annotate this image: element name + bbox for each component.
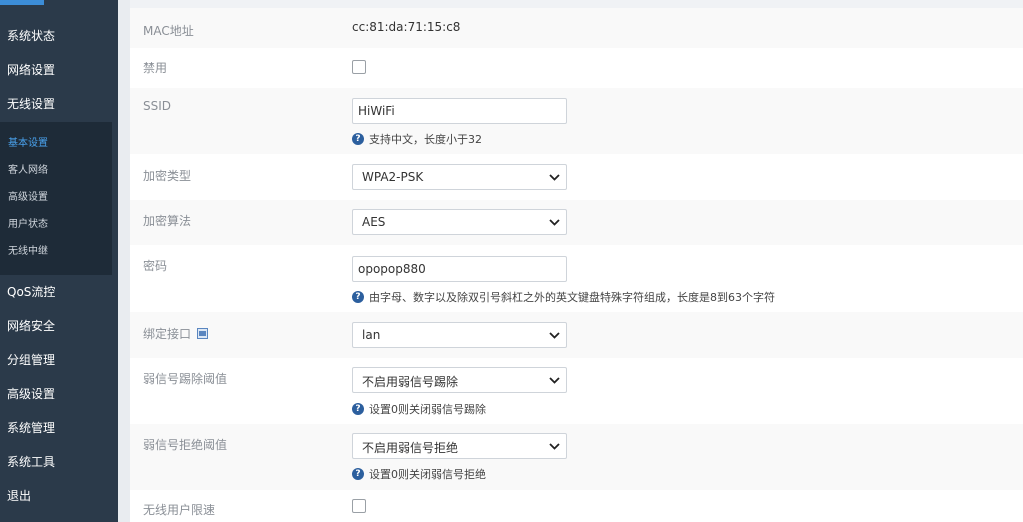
question-circle-icon: ? — [352, 403, 364, 415]
weak-reject-select[interactable]: 不启用弱信号拒绝 — [352, 433, 567, 459]
submenu-item-guest-network[interactable]: 客人网络 — [0, 157, 112, 184]
bind-interface-label-wrap: 绑定接口 — [143, 325, 208, 342]
sidebar: 系统状态 网络设置 无线设置 基本设置 客人网络 高级设置 用户状态 无线中继 … — [0, 0, 118, 522]
sidebar-item-qos[interactable]: QoS流控 — [0, 275, 118, 309]
sidebar-item-label: 系统管理 — [7, 421, 56, 435]
chevron-down-icon — [549, 377, 560, 384]
settings-panel: MAC地址 cc:81:da:71:15:c8 禁用 SSID ? 支持中文，长… — [130, 0, 1023, 522]
weak-kick-help-text: 设置0则关闭弱信号踢除 — [369, 403, 486, 416]
disable-label: 禁用 — [143, 61, 168, 75]
sidebar-item-label: 无线设置 — [7, 97, 56, 111]
weak-kick-label: 弱信号踢除阈值 — [143, 372, 228, 386]
sidebar-item-advanced-settings[interactable]: 高级设置 — [0, 377, 118, 411]
weak-reject-help-text: 设置0则关闭弱信号拒绝 — [369, 468, 486, 481]
mac-label: MAC地址 — [143, 24, 194, 38]
sidebar-item-label: 分组管理 — [7, 353, 56, 367]
bind-interface-select[interactable]: lan — [352, 322, 567, 348]
form-row-bind-interface: 绑定接口 lan — [130, 312, 1023, 358]
network-port-icon[interactable] — [196, 328, 208, 339]
encryption-algo-select[interactable]: AES — [352, 209, 567, 235]
chevron-down-icon — [549, 332, 560, 339]
sidebar-item-label: 系统工具 — [7, 455, 56, 469]
encryption-type-label: 加密类型 — [143, 169, 192, 183]
submenu-item-basic[interactable]: 基本设置 — [0, 130, 112, 157]
chevron-down-icon — [549, 219, 560, 226]
form-row-mac: MAC地址 cc:81:da:71:15:c8 — [130, 8, 1023, 48]
weak-reject-label: 弱信号拒绝阈值 — [143, 438, 228, 452]
form-row-ssid: SSID ? 支持中文，长度小于32 — [130, 88, 1023, 154]
submenu-item-label: 用户状态 — [8, 219, 48, 230]
sidebar-top-accent — [0, 0, 44, 5]
encryption-algo-value: AES — [362, 215, 386, 229]
sidebar-item-network-settings[interactable]: 网络设置 — [0, 53, 118, 87]
panel-top-strip — [130, 0, 1023, 8]
weak-kick-select[interactable]: 不启用弱信号踢除 — [352, 367, 567, 393]
ssid-help: ? 支持中文，长度小于32 — [352, 131, 482, 147]
password-help-text: 由字母、数字以及除双引号斜杠之外的英文键盘特殊字符组成，长度是8到63个字符 — [369, 291, 775, 304]
sidebar-item-system-status[interactable]: 系统状态 — [0, 19, 118, 53]
sidebar-item-group-management[interactable]: 分组管理 — [0, 343, 118, 377]
chevron-down-icon — [549, 443, 560, 450]
submenu-item-label: 客人网络 — [8, 165, 48, 176]
form-row-encryption-type: 加密类型 WPA2-PSK — [130, 154, 1023, 200]
submenu-item-label: 无线中继 — [8, 246, 48, 257]
submenu-item-advanced[interactable]: 高级设置 — [0, 184, 112, 211]
ssid-input[interactable] — [352, 98, 567, 124]
form-row-rate-limit: 无线用户限速 — [130, 490, 1023, 522]
sidebar-item-label: 高级设置 — [7, 387, 56, 401]
rate-limit-checkbox[interactable] — [352, 499, 366, 513]
sidebar-item-logout[interactable]: 退出 — [0, 479, 118, 513]
form-row-disable: 禁用 — [130, 48, 1023, 88]
form-row-weak-reject: 弱信号拒绝阈值 不启用弱信号拒绝 ? 设置0则关闭弱信号拒绝 — [130, 424, 1023, 490]
form-row-encryption-algo: 加密算法 AES — [130, 200, 1023, 245]
password-input[interactable] — [352, 256, 567, 282]
bind-interface-value: lan — [362, 328, 381, 342]
sidebar-item-label: QoS流控 — [7, 285, 56, 299]
chevron-down-icon — [549, 174, 560, 181]
weak-reject-help: ? 设置0则关闭弱信号拒绝 — [352, 466, 486, 482]
weak-reject-value: 不启用弱信号拒绝 — [362, 441, 459, 455]
sidebar-item-label: 网络设置 — [7, 63, 56, 77]
wireless-submenu: 基本设置 客人网络 高级设置 用户状态 无线中继 — [0, 122, 112, 275]
bind-interface-label: 绑定接口 — [143, 327, 192, 341]
form-row-weak-kick: 弱信号踢除阈值 不启用弱信号踢除 ? 设置0则关闭弱信号踢除 — [130, 358, 1023, 424]
question-circle-icon: ? — [352, 291, 364, 303]
weak-kick-value: 不启用弱信号踢除 — [362, 375, 459, 389]
disable-checkbox[interactable] — [352, 60, 366, 74]
encryption-type-select[interactable]: WPA2-PSK — [352, 164, 567, 190]
question-circle-icon: ? — [352, 133, 364, 145]
password-help: ? 由字母、数字以及除双引号斜杠之外的英文键盘特殊字符组成，长度是8到63个字符 — [352, 289, 775, 305]
sidebar-item-label: 退出 — [7, 489, 32, 503]
sidebar-item-network-security[interactable]: 网络安全 — [0, 309, 118, 343]
submenu-item-label: 基本设置 — [8, 138, 48, 149]
sidebar-item-system-tools[interactable]: 系统工具 — [0, 445, 118, 479]
password-label: 密码 — [143, 259, 168, 273]
sidebar-item-wireless-settings[interactable]: 无线设置 — [0, 87, 118, 121]
sidebar-item-system-management[interactable]: 系统管理 — [0, 411, 118, 445]
sidebar-item-label: 网络安全 — [7, 319, 56, 333]
submenu-item-label: 高级设置 — [8, 192, 48, 203]
submenu-item-wireless-relay[interactable]: 无线中继 — [0, 238, 112, 265]
weak-kick-help: ? 设置0则关闭弱信号踢除 — [352, 401, 486, 417]
ssid-help-text: 支持中文，长度小于32 — [369, 133, 482, 146]
submenu-item-user-status[interactable]: 用户状态 — [0, 211, 112, 238]
form-row-password: 密码 ? 由字母、数字以及除双引号斜杠之外的英文键盘特殊字符组成，长度是8到63… — [130, 245, 1023, 312]
sidebar-item-label: 系统状态 — [7, 29, 56, 43]
rate-limit-label: 无线用户限速 — [143, 503, 216, 517]
question-circle-icon: ? — [352, 468, 364, 480]
encryption-algo-label: 加密算法 — [143, 214, 192, 228]
ssid-label: SSID — [143, 99, 172, 113]
mac-value: cc:81:da:71:15:c8 — [352, 20, 461, 34]
encryption-type-value: WPA2-PSK — [362, 170, 424, 184]
